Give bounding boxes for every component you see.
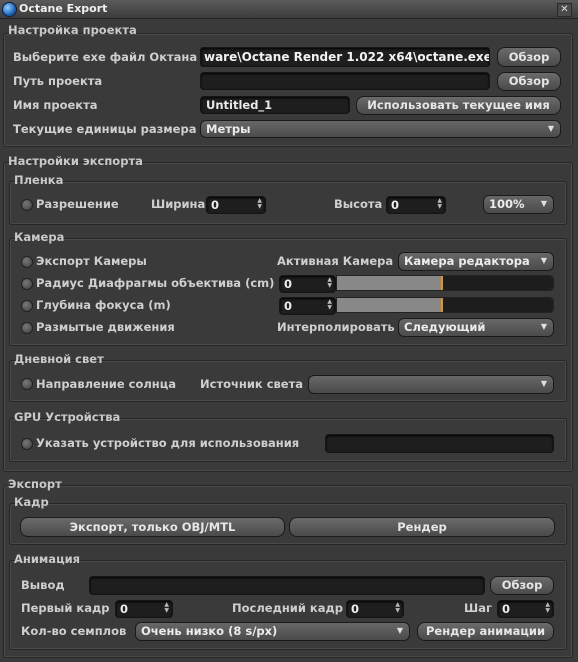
exe-label: Выберите exe файл Октана (13, 50, 198, 64)
exe-browse-button[interactable]: Обзор (497, 47, 561, 67)
samples-label: Кол-во семплов (21, 624, 127, 638)
height-label: Высота (334, 197, 383, 211)
aperture-label: Радиус Диафрагмы объектива (cm) (36, 276, 275, 290)
output-path-field[interactable] (89, 576, 485, 595)
export-camera-label: Экспорт Камеры (36, 254, 147, 268)
aperture-value: 0 (284, 277, 293, 291)
samples-value: Очень низко (8 s/px) (141, 624, 278, 638)
project-path-label: Путь проекта (13, 74, 103, 88)
first-frame-stepper[interactable]: 0 ▲ ▼ (115, 600, 173, 618)
aperture-checkbox[interactable] (21, 278, 33, 290)
device-field[interactable] (325, 434, 554, 453)
width-value: 0 (211, 198, 220, 212)
slider-track-remaining (443, 298, 553, 312)
interpolate-value: Следующий (404, 320, 486, 334)
focus-label: Глубина фокуса (m) (36, 298, 171, 312)
close-icon[interactable]: ✕ (557, 3, 572, 17)
slider-track-remaining (443, 276, 553, 290)
first-frame-value: 0 (120, 602, 129, 616)
chevron-down-icon: ▼ (547, 124, 554, 133)
sun-direction-label: Направление солнца (36, 377, 176, 391)
spin-arrows-icon: ▲ ▼ (257, 197, 262, 210)
resolution-label: Разрешение (36, 197, 119, 211)
interpolate-label: Интерполировать (277, 320, 395, 334)
project-name-label: Имя проекта (13, 98, 98, 112)
motion-blur-label: Размытые движения (36, 320, 175, 334)
units-dropdown[interactable]: Метры ▼ (200, 120, 561, 138)
width-label: Ширина (151, 197, 206, 211)
spin-arrows-icon: ▲ ▼ (327, 298, 332, 311)
active-camera-value: Камера редактора (404, 254, 530, 268)
camera-title: Камера (14, 230, 65, 244)
slider-handle[interactable] (441, 298, 443, 312)
spin-arrows-icon: ▲ ▼ (164, 601, 169, 614)
specify-device-label: Указать устройство для использования (36, 436, 300, 450)
last-frame-value: 0 (351, 602, 360, 616)
output-label: Вывод (21, 578, 65, 592)
frame-title: Кадр (14, 495, 49, 509)
sun-direction-checkbox[interactable] (21, 378, 33, 390)
octane-logo-icon (2, 2, 17, 17)
export-obj-button[interactable]: Экспорт, только OBJ/MTL (20, 517, 285, 537)
last-frame-stepper[interactable]: 0 ▲ ▼ (346, 600, 404, 618)
chevron-down-icon: ▼ (540, 322, 547, 331)
title-bar: Octane Export ✕ (0, 0, 578, 19)
spin-arrows-icon: ▲ ▼ (395, 601, 400, 614)
height-stepper[interactable]: 0 ▲ ▼ (386, 196, 446, 214)
light-source-dropdown[interactable]: ▼ (308, 375, 554, 394)
focus-value: 0 (284, 299, 293, 313)
focus-slider[interactable] (336, 297, 554, 313)
export-settings-title: Настройки экспорта (8, 154, 143, 168)
focus-checkbox[interactable] (21, 300, 33, 312)
spin-arrows-icon: ▲ ▼ (327, 276, 332, 289)
chevron-down-icon: ▼ (396, 626, 403, 635)
chevron-down-icon: ▼ (540, 256, 547, 265)
path-browse-button[interactable]: Обзор (497, 72, 561, 91)
animation-title: Анимация (14, 552, 81, 566)
exe-path-value: ware\Octane Render 1.022 x64\octane.exe (204, 50, 490, 64)
step-stepper[interactable]: 0 ▲ ▼ (497, 600, 554, 618)
export-title: Экспорт (8, 477, 62, 491)
project-name-field[interactable]: Untitled_1 (200, 96, 350, 114)
film-title: Пленка (14, 173, 64, 187)
last-frame-label: Последний кадр (232, 601, 344, 615)
aperture-stepper[interactable]: 0 ▲ ▼ (279, 275, 336, 293)
focus-stepper[interactable]: 0 ▲ ▼ (279, 297, 336, 315)
daylight-title: Дневной свет (14, 352, 104, 366)
interpolate-dropdown[interactable]: Следующий ▼ (398, 318, 554, 337)
spin-arrows-icon: ▲ ▼ (437, 197, 442, 210)
scale-value: 100% (489, 197, 525, 211)
units-value: Метры (206, 122, 251, 136)
gpu-title: GPU Устройства (14, 410, 121, 424)
output-browse-button[interactable]: Обзор (490, 576, 554, 595)
aperture-slider[interactable] (336, 275, 554, 291)
motion-blur-checkbox[interactable] (21, 322, 33, 334)
slider-handle[interactable] (441, 276, 443, 290)
active-camera-label: Активная Камера (277, 254, 394, 268)
project-path-field[interactable] (200, 72, 490, 90)
step-value: 0 (502, 602, 511, 616)
render-animation-button[interactable]: Рендер анимации (417, 622, 554, 641)
samples-dropdown[interactable]: Очень низко (8 s/px) ▼ (135, 622, 410, 641)
export-camera-checkbox[interactable] (21, 256, 33, 268)
step-label: Шаг (464, 601, 492, 615)
chevron-down-icon: ▼ (540, 199, 547, 208)
project-settings-title: Настройка проекта (8, 23, 137, 37)
render-button[interactable]: Рендер (289, 517, 555, 537)
specify-device-checkbox[interactable] (21, 438, 33, 450)
active-camera-dropdown[interactable]: Камера редактора ▼ (398, 252, 554, 271)
chevron-down-icon: ▼ (540, 379, 547, 388)
spin-arrows-icon: ▲ ▼ (545, 601, 550, 614)
scale-dropdown[interactable]: 100% ▼ (483, 195, 554, 214)
light-source-label: Источник света (200, 377, 304, 391)
height-value: 0 (391, 198, 400, 212)
width-stepper[interactable]: 0 ▲ ▼ (206, 196, 266, 214)
resolution-checkbox[interactable] (21, 199, 33, 211)
window-title: Octane Export (19, 2, 108, 15)
exe-path-field[interactable]: ware\Octane Render 1.022 x64\octane.exe (200, 47, 490, 67)
first-frame-label: Первый кадр (21, 601, 110, 615)
use-current-name-button[interactable]: Использовать текущее имя (356, 96, 561, 115)
units-label: Текущие единицы размера (13, 122, 197, 136)
